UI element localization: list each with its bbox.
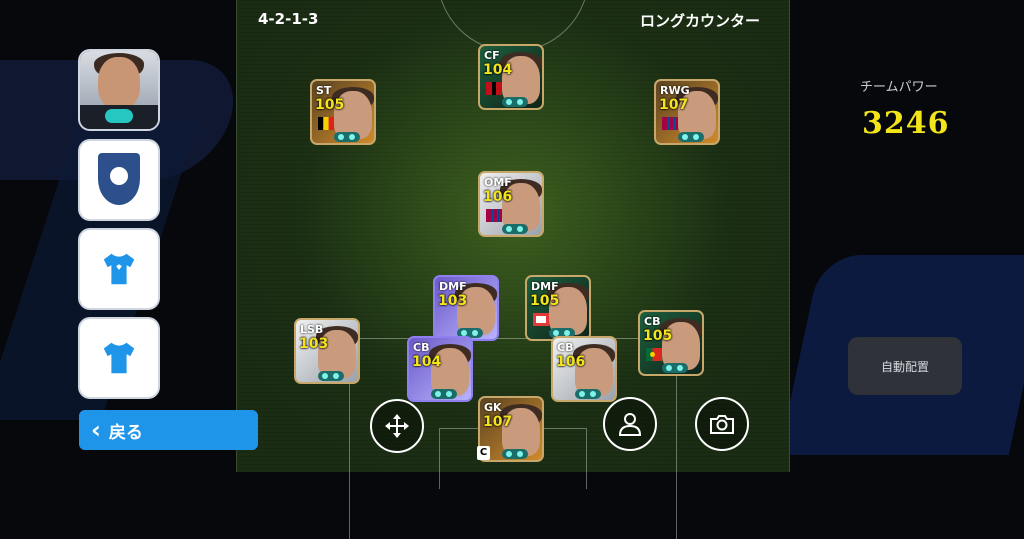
player-rating: 105 (315, 97, 345, 113)
player-card-omf[interactable]: OMF 106 (478, 171, 544, 237)
club-badge-icon (486, 209, 502, 222)
manager-button[interactable] (80, 51, 158, 129)
team-power-label: チームパワー (860, 80, 938, 95)
profile-button[interactable] (603, 397, 657, 451)
player-card-lsb[interactable]: LSB 103 (294, 318, 360, 384)
auto-arrange-button[interactable]: 自動配置 (848, 337, 962, 395)
manager-face (98, 57, 140, 109)
player-rating: 105 (530, 293, 560, 309)
player-card-cb-right[interactable]: CB 105 (638, 310, 704, 376)
player-position: LSB (300, 323, 324, 336)
player-card-rwg[interactable]: RWG 107 (654, 79, 720, 145)
skill-badge (334, 132, 360, 142)
player-card-cf[interactable]: CF 104 (478, 44, 544, 110)
shirt-icon (103, 342, 135, 374)
player-rating: 106 (556, 354, 586, 370)
skill-badge (575, 389, 601, 399)
player-card-dmf-right[interactable]: DMF 105 (525, 275, 591, 341)
player-position: DMF (531, 280, 559, 293)
team-emblem-button[interactable] (80, 141, 158, 219)
skill-badge (502, 224, 528, 234)
shirt-icon (103, 253, 135, 285)
back-label: 戻る (108, 422, 143, 443)
person-icon (618, 413, 642, 436)
player-card-cb-mid[interactable]: CB 106 (551, 336, 617, 402)
player-position: DMF (439, 280, 467, 293)
player-position: CB (557, 341, 574, 354)
player-card-st[interactable]: ST 105 (310, 79, 376, 145)
club-badge-icon (662, 117, 678, 130)
player-position: OMF (484, 176, 512, 189)
skill-badge (678, 132, 704, 142)
skill-badge (502, 97, 528, 107)
portugal-flag-icon (646, 348, 662, 361)
move-button[interactable] (370, 399, 424, 453)
player-card-cb-left[interactable]: CB 104 (407, 336, 473, 402)
camera-icon (710, 415, 734, 434)
chevron-left-icon: ‹ (91, 416, 101, 444)
home-kit-button[interactable] (80, 230, 158, 308)
player-rating: 103 (438, 293, 468, 309)
skill-badge (105, 109, 133, 123)
away-kit-button[interactable] (80, 319, 158, 397)
player-rating: 107 (659, 97, 689, 113)
captain-badge: C (477, 446, 490, 460)
skill-badge (431, 389, 457, 399)
player-position: ST (316, 84, 332, 97)
skill-badge (318, 371, 344, 381)
club-badge-icon (533, 313, 549, 326)
player-position: GK (484, 401, 502, 414)
player-rating: 107 (483, 414, 513, 430)
player-rating: 103 (299, 336, 329, 352)
player-rating: 104 (412, 354, 442, 370)
club-badge-icon (486, 82, 502, 95)
tactic-label[interactable]: ロングカウンター (640, 10, 760, 31)
player-rating: 106 (483, 189, 513, 205)
player-rating: 104 (483, 62, 513, 78)
player-position: CB (644, 315, 661, 328)
skill-badge (662, 363, 688, 373)
formation-label[interactable]: 4-2-1-3 (258, 10, 318, 28)
player-position: CB (413, 341, 430, 354)
belgium-flag-icon (318, 117, 334, 130)
skill-badge (502, 449, 528, 459)
move-arrows-icon (385, 414, 409, 438)
player-card-dmf-left[interactable]: DMF 103 (433, 275, 499, 341)
player-rating: 105 (643, 328, 673, 344)
player-position: CF (484, 49, 500, 62)
back-button[interactable]: ‹ 戻る (79, 410, 258, 450)
team-emblem-icon (98, 153, 140, 205)
camera-button[interactable] (695, 397, 749, 451)
player-position: RWG (660, 84, 690, 97)
team-power-value: 3246 (862, 106, 950, 141)
